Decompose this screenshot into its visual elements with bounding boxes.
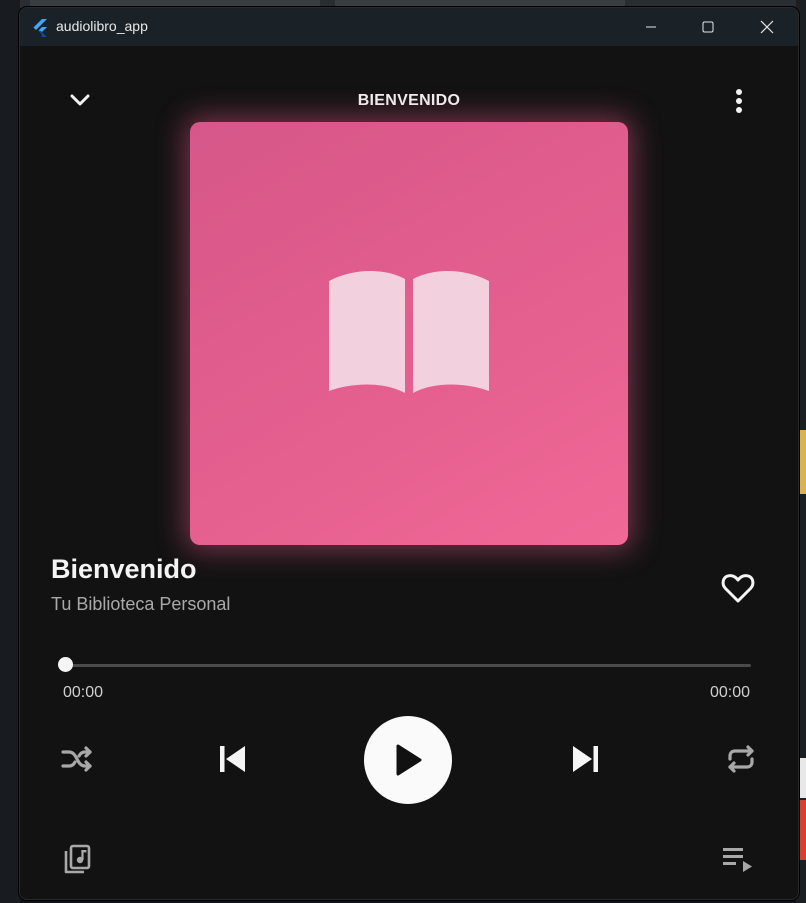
track-title: Bienvenido xyxy=(51,554,197,584)
window-title: audiolibro_app xyxy=(56,18,148,34)
open-book-icon xyxy=(329,270,489,393)
repeat-icon[interactable] xyxy=(724,743,758,775)
minimize-icon xyxy=(646,26,656,28)
maximize-button[interactable] xyxy=(685,8,731,46)
close-button[interactable] xyxy=(744,8,790,46)
skip-previous-icon[interactable] xyxy=(216,741,250,777)
play-icon xyxy=(396,744,422,776)
album-artwork xyxy=(190,122,628,545)
shuffle-icon[interactable] xyxy=(60,743,94,775)
maximize-icon xyxy=(702,21,714,33)
progress-thumb[interactable] xyxy=(58,657,73,672)
track-subtitle: Tu Biblioteca Personal xyxy=(51,594,231,614)
library-music-icon[interactable] xyxy=(64,844,92,874)
progress-slider[interactable] xyxy=(65,664,751,667)
play-button[interactable] xyxy=(364,716,452,804)
elapsed-time: 00:00 xyxy=(63,684,104,701)
more-vertical-icon[interactable] xyxy=(730,86,748,116)
heart-outline-icon[interactable] xyxy=(720,572,756,604)
skip-next-icon[interactable] xyxy=(568,741,602,777)
total-time: 00:00 xyxy=(710,684,751,701)
player-screen: BIENVENIDO Bienvenido Tu Biblioteca Pers… xyxy=(20,46,798,899)
queue-play-icon[interactable] xyxy=(722,846,756,874)
background-editor-strip xyxy=(0,0,20,903)
minimize-button[interactable] xyxy=(628,8,674,46)
flutter-logo-icon xyxy=(33,19,47,37)
title-bar[interactable]: audiolibro_app xyxy=(20,8,798,46)
page-title: BIENVENIDO xyxy=(357,92,461,109)
app-window: audiolibro_app BIENVENIDO Bienvenido Tu … xyxy=(19,7,799,900)
close-icon xyxy=(760,20,774,34)
